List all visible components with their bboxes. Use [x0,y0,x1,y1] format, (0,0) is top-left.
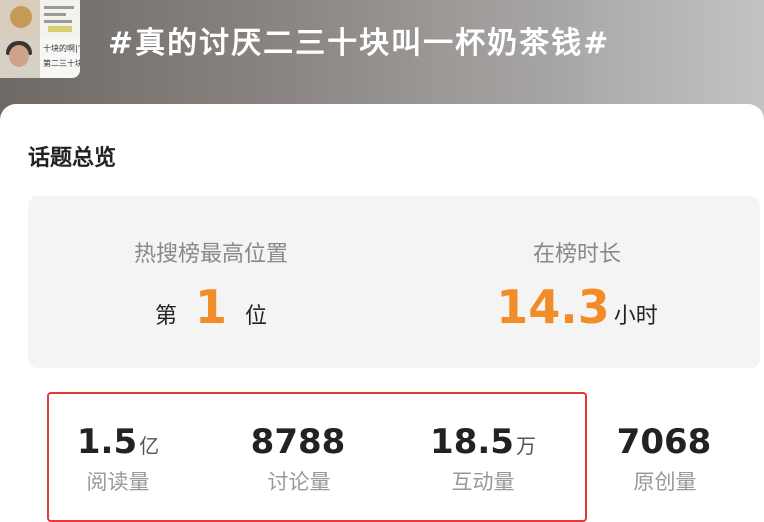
thumbnail-image-1 [0,0,40,39]
thumbnail-caption-1: 十块的啊|“... [43,44,80,53]
stat-unit: 亿 [139,434,160,458]
thumbnail-image-4: 十块的啊|“... 第二三十块... [40,39,80,78]
rank-number: 1 [194,280,227,334]
duration-label: 在榜时长 [532,242,621,267]
thumbnail-caption-2: 第二三十块... [43,59,80,68]
stat-unit: 万 [515,434,536,458]
stat-label: 阅读量 [86,470,150,494]
on-list-duration: 在榜时长 14.3 小时 [394,196,760,368]
topic-thumbnail[interactable]: 十块的啊|“... 第二三十块... [0,0,80,78]
duration-unit: 小时 [613,304,658,329]
ranking-panel: 热搜榜最高位置 第 1 位 在榜时长 14.3 小时 [28,196,760,368]
highest-rank: 热搜榜最高位置 第 1 位 [28,196,394,368]
stat-originals[interactable]: 7068 原创量 [575,422,755,496]
stat-value: 7068 [616,422,712,462]
highest-rank-label: 热搜榜最高位置 [133,242,288,267]
stat-label: 互动量 [451,470,515,494]
highest-rank-value: 第 1 位 [28,280,394,334]
stat-value: 1.5 [76,422,138,462]
stat-reads[interactable]: 1.5 亿 阅读量 [28,422,208,496]
stat-label: 讨论量 [267,470,331,494]
stats-row: 1.5 亿 阅读量 8788 讨论量 18.5 万 互动量 7068 原创量 [0,392,764,522]
thumbnail-image-3 [0,39,40,78]
stat-label: 原创量 [633,470,697,494]
duration-value: 14.3 小时 [394,280,760,334]
stat-interactions[interactable]: 18.5 万 互动量 [393,422,573,496]
stat-discussions[interactable]: 8788 讨论量 [209,422,389,496]
overview-card: 话题总览 热搜榜最高位置 第 1 位 在榜时长 14.3 小时 1.5 亿 阅读… [0,104,764,522]
topic-title: #真的讨厌二三十块叫一杯奶茶钱# [108,26,611,61]
rank-prefix: 第 [154,304,177,329]
stat-value: 18.5 [430,422,514,462]
stat-value: 8788 [250,422,346,462]
rank-suffix: 位 [245,304,268,329]
section-title: 话题总览 [28,146,117,171]
thumbnail-image-2 [40,0,80,39]
duration-number: 14.3 [496,280,610,334]
